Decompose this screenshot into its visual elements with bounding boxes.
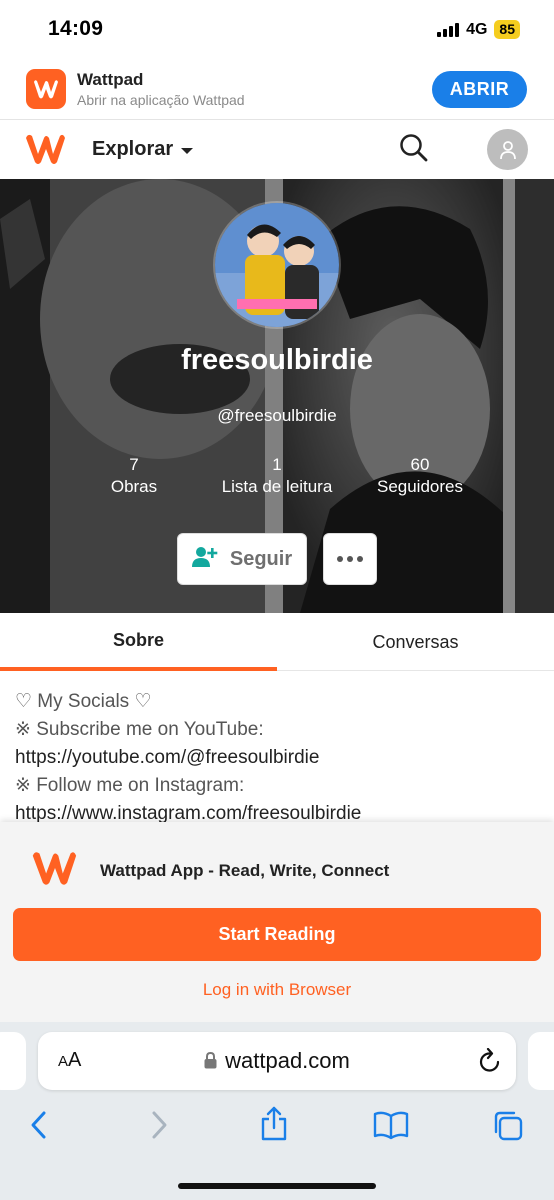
browser-bar: AA wattpad.com [0,1022,554,1200]
site-header: Explorar [0,121,554,179]
open-app-button[interactable]: ABRIR [432,71,527,108]
wattpad-logo-icon[interactable] [24,131,68,167]
follow-label: Seguir [229,547,293,570]
about-line: ※ Subscribe me on YouTube: [15,719,264,740]
previous-tab-preview[interactable] [0,1032,26,1090]
about-text: ♡ My Socials ♡ ※ Subscribe me on YouTube… [15,688,545,828]
reload-icon[interactable] [478,1047,502,1079]
app-install-banner: Wattpad Abrir na aplicação Wattpad ABRIR [0,58,554,120]
stat-value: 7 [129,455,139,474]
about-line: ※ Follow me on Instagram: [15,775,245,796]
stat-value: 1 [272,455,282,474]
tab-about[interactable]: Sobre [0,613,277,671]
explore-menu[interactable]: Explorar [92,138,194,161]
lock-icon [204,1049,217,1075]
banner-subtitle: Abrir na aplicação Wattpad [77,92,245,108]
add-user-icon [191,546,218,573]
sheet-title: Wattpad App - Read, Write, Connect [100,861,390,880]
url-label: wattpad.com [225,1048,350,1073]
battery-icon: 85 [494,20,520,39]
back-icon[interactable] [28,1110,50,1145]
user-icon[interactable] [487,129,528,170]
address-bar[interactable]: AA wattpad.com [38,1032,516,1090]
tabs-icon[interactable] [492,1110,524,1147]
stat-reading-lists[interactable]: 1 Lista de leitura [202,454,352,498]
signal-icon [437,22,460,37]
chevron-down-icon [181,148,194,154]
profile-tabs: Sobre Conversas [0,613,554,671]
stat-value: 60 [410,455,430,474]
profile-handle: @freesoulbirdie [217,406,337,425]
stat-works[interactable]: 7 Obras [94,454,174,498]
forward-icon[interactable] [148,1110,170,1145]
search-icon[interactable] [399,133,429,168]
bookmarks-icon[interactable] [373,1110,409,1145]
stat-label: Lista de leitura [221,477,333,496]
url-text: wattpad.com [38,1048,516,1075]
login-with-browser-link[interactable]: Log in with Browser [0,980,554,1000]
next-tab-preview[interactable] [528,1032,554,1090]
status-time: 14:09 [48,17,104,40]
app-promo-sheet: Wattpad App - Read, Write, Connect Start… [0,822,554,1022]
stat-label: Obras [110,477,158,496]
tab-conversations[interactable]: Conversas [277,613,554,671]
youtube-link[interactable]: https://youtube.com/@freesoulbirdie [15,744,545,772]
about-line: ♡ My Socials ♡ [15,691,152,712]
wattpad-logo-icon [26,69,66,109]
banner-title: Wattpad [77,70,144,89]
status-bar: 14:09 4G 85 [0,0,554,58]
wattpad-logo-icon [28,848,82,888]
status-indicators: 4G 85 [437,20,520,39]
profile-hero: freesoulbirdie @freesoulbirdie 7 Obras 1… [0,179,554,613]
follow-button[interactable]: Seguir [177,533,307,585]
home-indicator[interactable] [178,1183,376,1189]
profile-username: freesoulbirdie [181,344,373,376]
network-label: 4G [466,20,488,38]
start-reading-button[interactable]: Start Reading [13,908,541,961]
avatar [213,201,341,329]
share-icon[interactable] [259,1106,289,1147]
stat-followers[interactable]: 60 Seguidores [360,454,480,498]
more-icon[interactable] [323,533,377,585]
explore-label: Explorar [92,138,174,160]
stat-label: Seguidores [376,477,463,496]
